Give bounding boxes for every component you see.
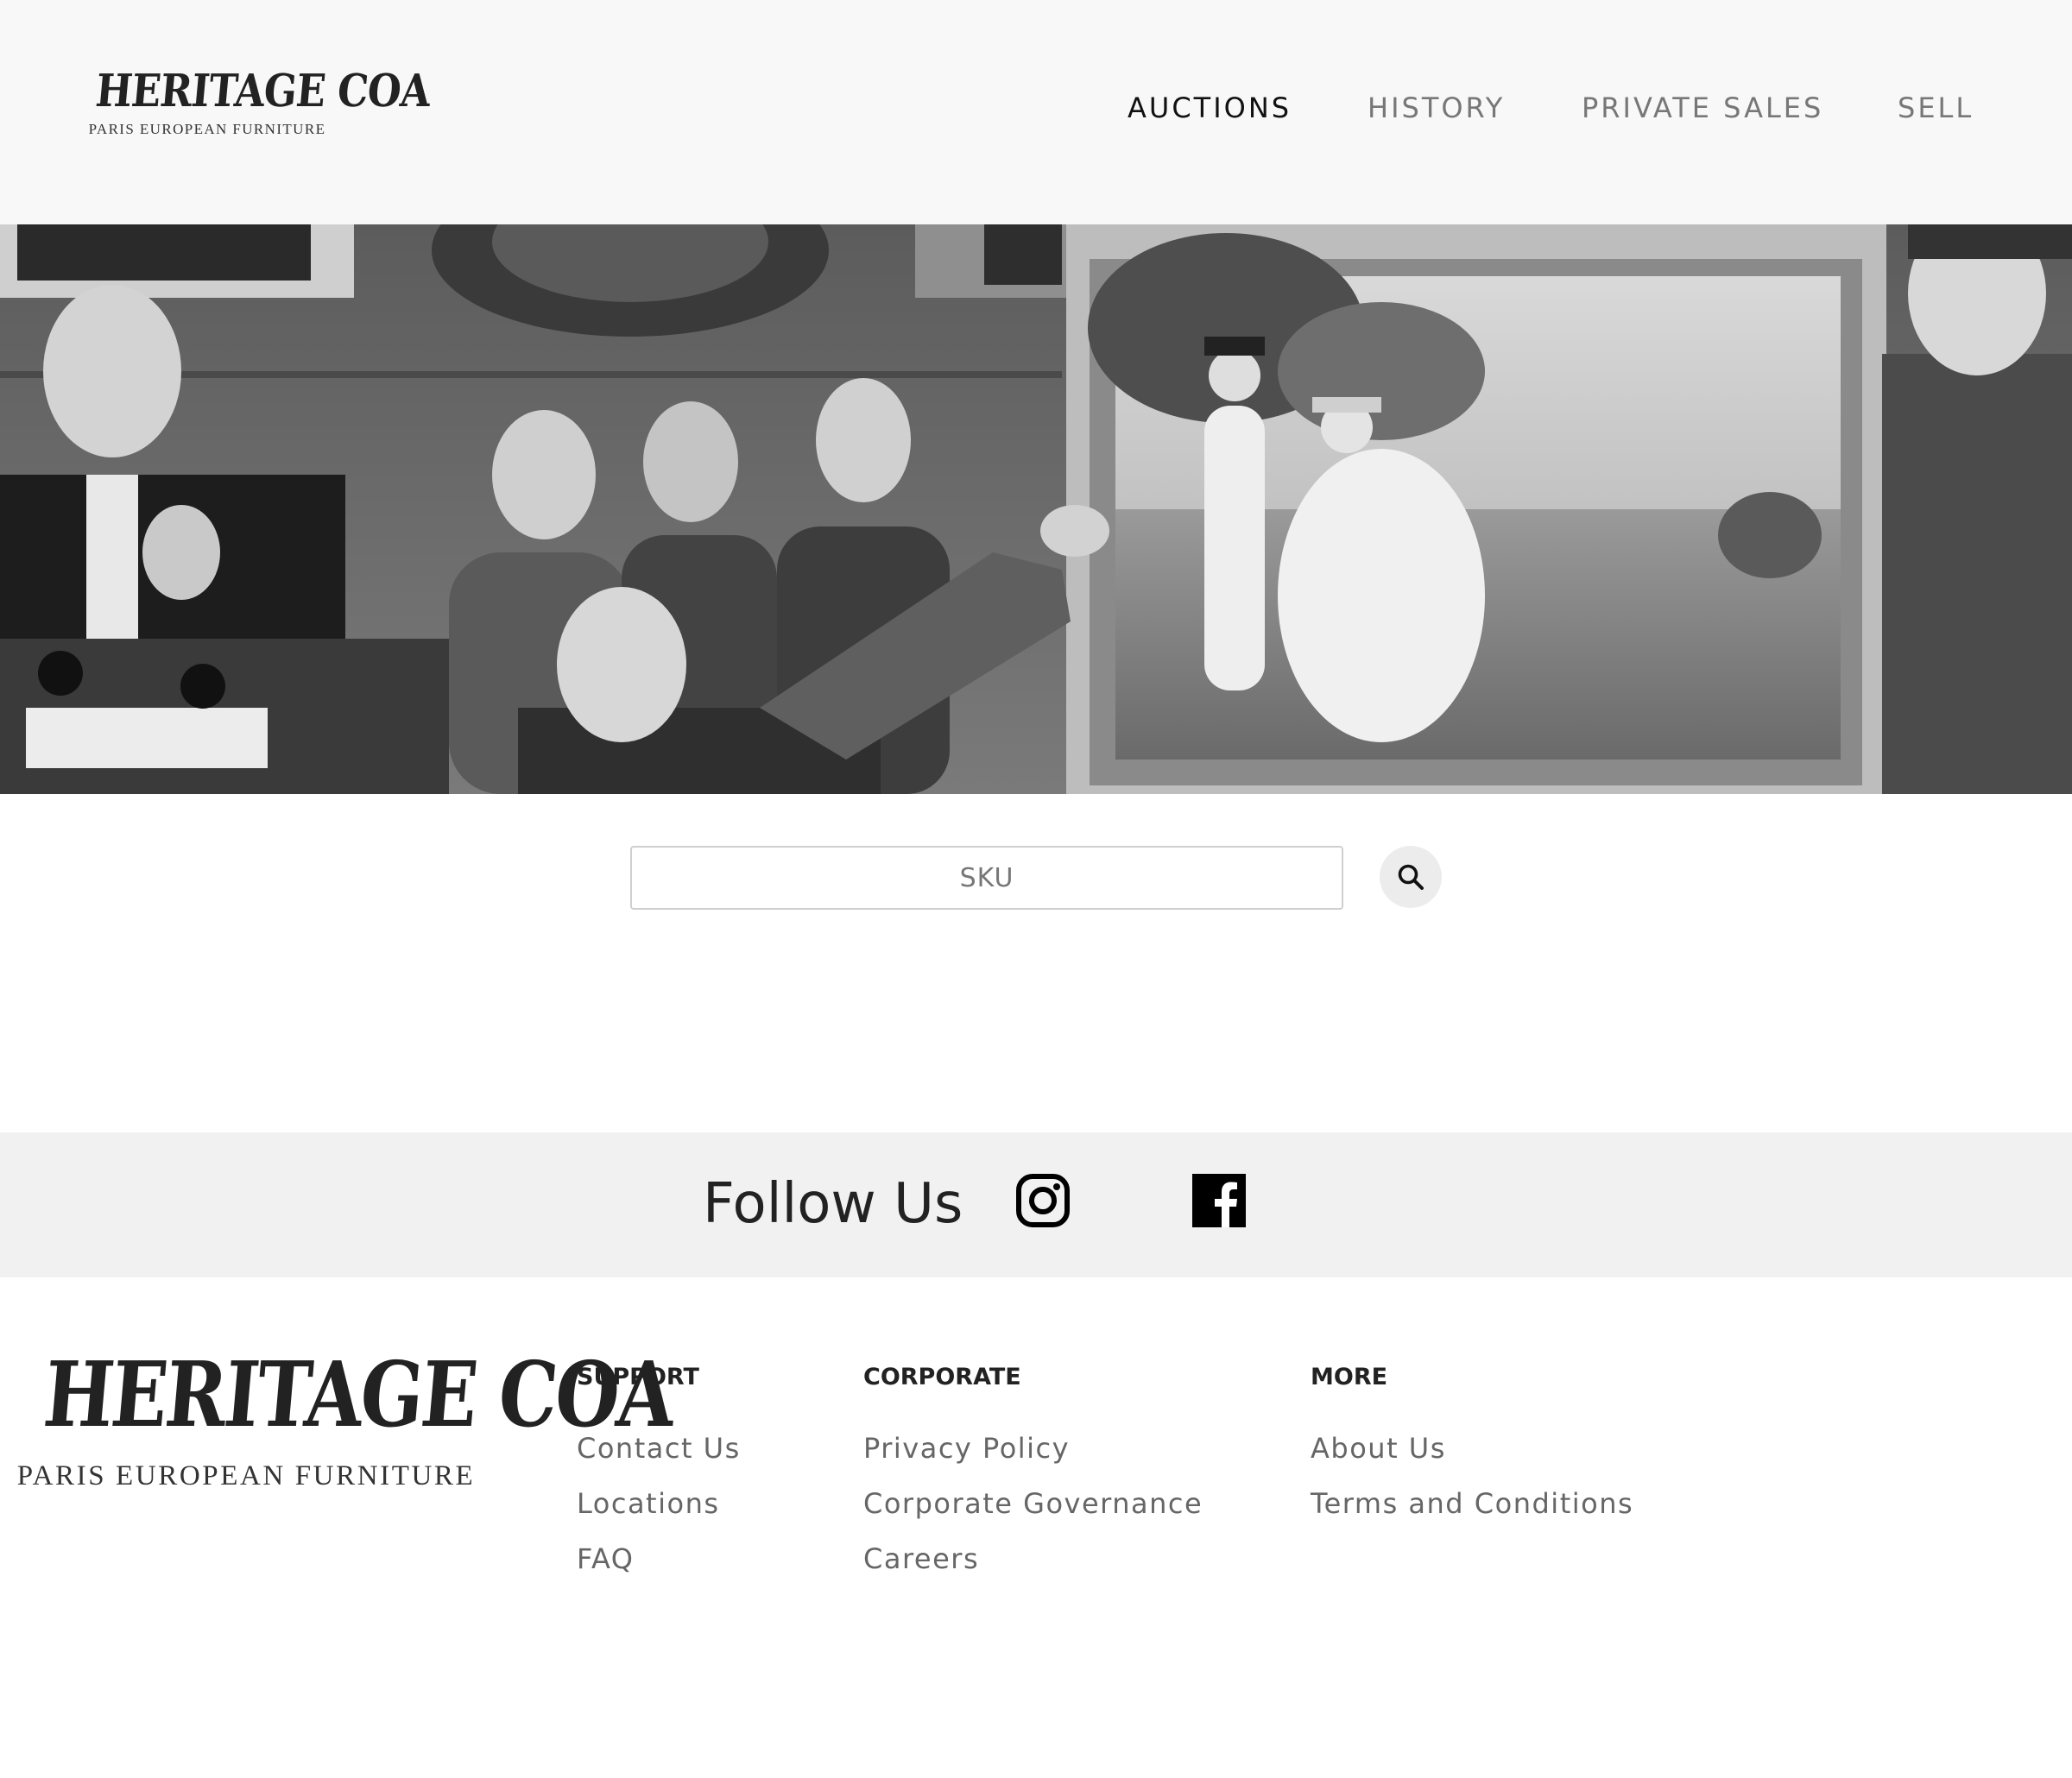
nav-private-sales[interactable]: PRIVATE SALES: [1582, 91, 1823, 124]
instagram-icon: [1016, 1174, 1070, 1227]
site-header: HERITAGE COA PARIS EUROPEAN FURNITURE AU…: [0, 0, 2072, 224]
search-icon: [1398, 864, 1424, 890]
footer-logo[interactable]: HERITAGE COA PARIS EUROPEAN FURNITURE: [0, 1341, 678, 1492]
footer-link-faq[interactable]: FAQ: [577, 1542, 741, 1576]
instagram-link[interactable]: [1016, 1174, 1070, 1227]
footer-link-privacy-policy[interactable]: Privacy Policy: [863, 1431, 1203, 1466]
footer-col-corporate: CORPORATE Privacy Policy Corporate Gover…: [863, 1364, 1203, 1576]
footer-heading-more: MORE: [1311, 1364, 1388, 1390]
search-button[interactable]: [1380, 846, 1442, 908]
footer-heading-support: SUPPORT: [577, 1364, 699, 1390]
nav-sell[interactable]: SELL: [1898, 91, 1974, 124]
follow-us-title: Follow Us: [703, 1172, 963, 1236]
nav-history[interactable]: HISTORY: [1368, 91, 1505, 124]
auction-hall-photo: [0, 224, 2072, 794]
footer-link-locations[interactable]: Locations: [577, 1486, 741, 1521]
header-logo[interactable]: HERITAGE COA PARIS EUROPEAN FURNITURE: [78, 65, 433, 138]
hero-image: [0, 224, 2072, 794]
logo-tagline: PARIS EUROPEAN FURNITURE: [88, 121, 326, 137]
footer-col-support: SUPPORT Contact Us Locations FAQ: [577, 1364, 741, 1576]
footer-logo-wordmark: HERITAGE COA: [40, 1341, 678, 1447]
footer-link-terms-and-conditions[interactable]: Terms and Conditions: [1311, 1486, 1633, 1521]
logo-wordmark: HERITAGE COA: [93, 65, 433, 117]
footer-link-about-us[interactable]: About Us: [1311, 1431, 1633, 1466]
footer-col-more: MORE About Us Terms and Conditions: [1311, 1364, 1633, 1521]
footer-link-contact-us[interactable]: Contact Us: [577, 1431, 741, 1466]
facebook-icon: [1192, 1174, 1246, 1227]
footer-logo-tagline: PARIS EUROPEAN FURNITURE: [16, 1460, 476, 1491]
facebook-link[interactable]: [1192, 1174, 1246, 1227]
footer-heading-corporate: CORPORATE: [863, 1364, 1021, 1390]
follow-us-band: Follow Us: [0, 1132, 2072, 1277]
nav-auctions[interactable]: AUCTIONS: [1128, 91, 1292, 124]
sku-search-input[interactable]: [630, 846, 1343, 910]
footer-link-corporate-governance[interactable]: Corporate Governance: [863, 1486, 1203, 1521]
footer-link-careers[interactable]: Careers: [863, 1542, 1203, 1576]
